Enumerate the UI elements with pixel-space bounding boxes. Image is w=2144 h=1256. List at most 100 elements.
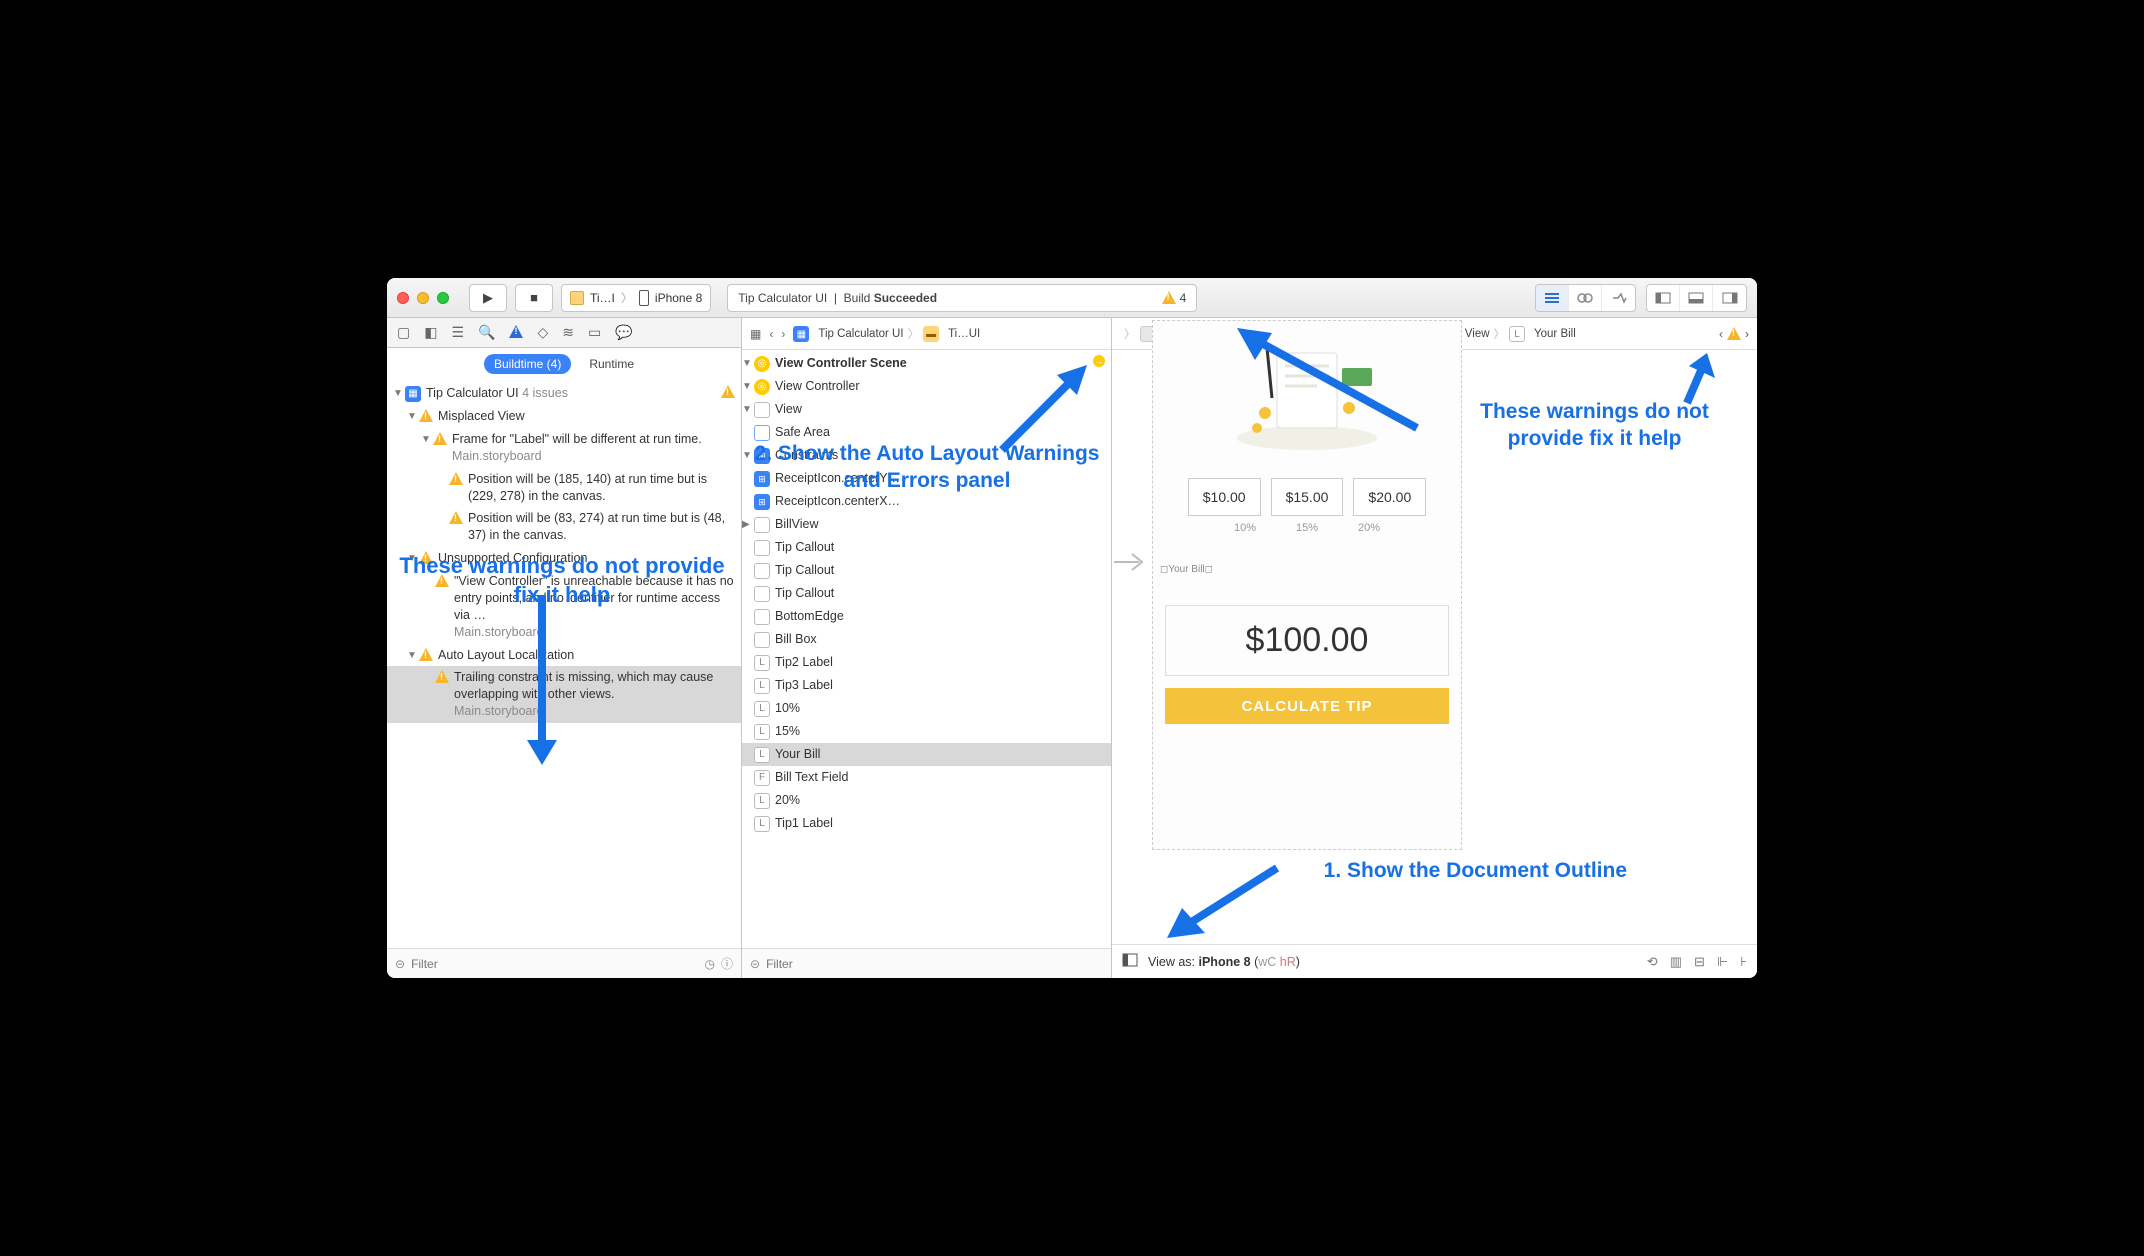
find-nav-icon[interactable]: ☰ xyxy=(451,324,464,341)
view-as-device[interactable]: iPhone 8 xyxy=(1199,955,1251,969)
align-icon[interactable]: ⊟ xyxy=(1694,954,1705,970)
interface-builder-canvas[interactable]: $10.00 $15.00 $20.00 10% 15% 20% ◻Your B… xyxy=(1112,350,1757,944)
issue-row-selected[interactable]: Trailing constraint is missing, which ma… xyxy=(387,666,741,723)
group-autolayout[interactable]: Auto Layout Localization xyxy=(387,644,741,667)
safearea-row[interactable]: Safe Area xyxy=(742,421,1111,444)
issues-filter-input[interactable] xyxy=(411,957,698,971)
issues-tree[interactable]: ▦ Tip Calculator UI 4 issues Misplaced V… xyxy=(387,380,741,948)
issue-row[interactable]: Position will be (185, 140) at run time … xyxy=(387,468,741,508)
filter-icon[interactable]: ⊝ xyxy=(395,957,405,971)
debug-nav-icon[interactable]: ≋ xyxy=(562,324,574,341)
billview-row[interactable]: BillView xyxy=(742,513,1111,536)
prev-issue-icon[interactable]: ‹ xyxy=(1719,327,1723,341)
report-nav-icon[interactable]: 💬 xyxy=(615,324,632,341)
outline-item[interactable]: L20% xyxy=(742,789,1111,812)
outline-item[interactable]: Tip Callout xyxy=(742,536,1111,559)
version-editor-button[interactable] xyxy=(1602,285,1635,311)
outline-item[interactable]: FBill Text Field xyxy=(742,766,1111,789)
vc-row[interactable]: ◎View Controller xyxy=(742,375,1111,398)
outline-item[interactable]: L15% xyxy=(742,720,1111,743)
breakpoint-nav-icon[interactable]: ▭ xyxy=(588,324,601,341)
folder-icon: ▬ xyxy=(923,326,939,342)
recent-icon[interactable]: ◷ xyxy=(705,957,715,971)
issues-project-row[interactable]: ▦ Tip Calculator UI 4 issues xyxy=(387,382,741,405)
outline-item[interactable]: LTip3 Label xyxy=(742,674,1111,697)
outline-item[interactable]: Tip Callout xyxy=(742,582,1111,605)
view-as-prefix: View as: xyxy=(1148,955,1195,969)
constraints-row[interactable]: ⊞Constraints xyxy=(742,444,1111,467)
outline-item[interactable]: Tip Callout xyxy=(742,559,1111,582)
navigator-selector: ▢ ◧ ☰ 🔍 ◇ ≋ ▭ 💬 xyxy=(387,318,741,348)
close-icon[interactable] xyxy=(397,292,409,304)
standard-editor-button[interactable] xyxy=(1536,285,1569,311)
toggle-right-panel-button[interactable] xyxy=(1713,285,1746,311)
view-row[interactable]: View xyxy=(742,398,1111,421)
scope-icon[interactable]: ⓘ xyxy=(721,955,733,972)
toggle-left-panel-button[interactable] xyxy=(1647,285,1680,311)
bill-amount-box[interactable]: $100.00 xyxy=(1165,605,1449,676)
resolve-icon[interactable]: ⊦ xyxy=(1740,954,1747,970)
outline-item[interactable]: L10% xyxy=(742,697,1111,720)
issue-row[interactable]: Position will be (83, 274) at run time b… xyxy=(387,507,741,547)
group-label: Misplaced View xyxy=(438,408,735,425)
stop-button[interactable]: ■ xyxy=(515,284,553,312)
outline-item[interactable]: Bill Box xyxy=(742,628,1111,651)
test-nav-icon[interactable]: ◇ xyxy=(537,324,548,341)
run-button[interactable]: ▶ xyxy=(469,284,507,312)
issue-text: Position will be (185, 140) at run time … xyxy=(468,471,735,505)
titlebar: ▶ ■ Ti…I 〉 iPhone 8 Tip Calculator UI | … xyxy=(387,278,1757,318)
issue-file: Main.storyboard xyxy=(454,704,544,718)
next-issue-icon[interactable]: › xyxy=(1745,327,1749,341)
issue-row[interactable]: Frame for "Label" will be different at r… xyxy=(387,428,741,468)
search-nav-icon[interactable]: 🔍 xyxy=(478,324,495,341)
scene-row[interactable]: ◎View Controller Scene→ xyxy=(742,352,1111,375)
filter-icon[interactable]: ⊝ xyxy=(750,957,760,971)
warning-icon[interactable] xyxy=(1727,327,1741,340)
minimize-icon[interactable] xyxy=(417,292,429,304)
group-unsupported[interactable]: Unsupported Configuration xyxy=(387,547,741,570)
calculate-button[interactable]: CALCULATE TIP xyxy=(1165,688,1449,724)
issues-nav-icon[interactable] xyxy=(509,325,523,341)
issue-row[interactable]: "View Controller" is unreachable because… xyxy=(387,570,741,644)
outline-item[interactable]: BottomEdge xyxy=(742,605,1111,628)
outline-item[interactable]: LTip2 Label xyxy=(742,651,1111,674)
view-icon xyxy=(754,609,770,625)
group-misplaced-view[interactable]: Misplaced View xyxy=(387,405,741,428)
zoom-icon[interactable] xyxy=(437,292,449,304)
toggle-outline-button[interactable] xyxy=(1122,953,1138,970)
label-icon: L xyxy=(1509,326,1525,342)
warning-icon xyxy=(419,551,433,564)
device-frame[interactable]: $10.00 $15.00 $20.00 10% 15% 20% ◻Your B… xyxy=(1152,320,1462,850)
embed-icon[interactable]: ▥ xyxy=(1670,954,1682,970)
outline-item[interactable]: LTip1 Label xyxy=(742,812,1111,835)
scheme-selector[interactable]: Ti…I 〉 iPhone 8 xyxy=(561,284,711,312)
tab-buildtime[interactable]: Buildtime (4) xyxy=(484,354,571,374)
back-icon[interactable]: ‹ xyxy=(769,327,773,341)
project-nav-icon[interactable]: ▢ xyxy=(397,324,410,341)
warning-dot-icon[interactable]: → xyxy=(1093,355,1105,367)
toggle-bottom-panel-button[interactable] xyxy=(1680,285,1713,311)
label-icon: L xyxy=(754,793,770,809)
tip-box-2[interactable]: $15.00 xyxy=(1271,478,1344,516)
outline-item-selected[interactable]: LYour Bill xyxy=(742,743,1111,766)
tab-runtime[interactable]: Runtime xyxy=(579,354,644,374)
jump-bar[interactable]: ▦ ‹ › ▦Tip Calculator UI〉 ▬Ti…UI xyxy=(742,318,1111,350)
view-icon xyxy=(754,632,770,648)
project-icon: ▦ xyxy=(405,386,421,402)
outline-filter-input[interactable] xyxy=(766,957,1103,971)
status-warning[interactable]: 4 xyxy=(1162,291,1187,305)
document-outline-tree[interactable]: ◎View Controller Scene→ ◎View Controller… xyxy=(742,350,1111,948)
constraint-item[interactable]: ⊞ReceiptIcon.centerY… xyxy=(742,467,1111,490)
tip-box-1[interactable]: $10.00 xyxy=(1188,478,1261,516)
assistant-editor-button[interactable] xyxy=(1569,285,1602,311)
forward-icon[interactable]: › xyxy=(781,327,785,341)
symbol-nav-icon[interactable]: ◧ xyxy=(424,324,437,341)
bill-label-handles[interactable]: ◻Your Bill◻ xyxy=(1160,564,1449,575)
activity-status[interactable]: Tip Calculator UI | Build Succeeded 4 xyxy=(727,284,1197,312)
constraint-item[interactable]: ⊞ReceiptIcon.centerX… xyxy=(742,490,1111,513)
related-items-icon[interactable]: ▦ xyxy=(750,327,761,341)
update-frames-icon[interactable]: ⟲ xyxy=(1647,954,1658,970)
pin-icon[interactable]: ⊩ xyxy=(1717,954,1728,970)
issue-tabs: Buildtime (4) Runtime xyxy=(387,348,741,380)
tip-box-3[interactable]: $20.00 xyxy=(1353,478,1426,516)
